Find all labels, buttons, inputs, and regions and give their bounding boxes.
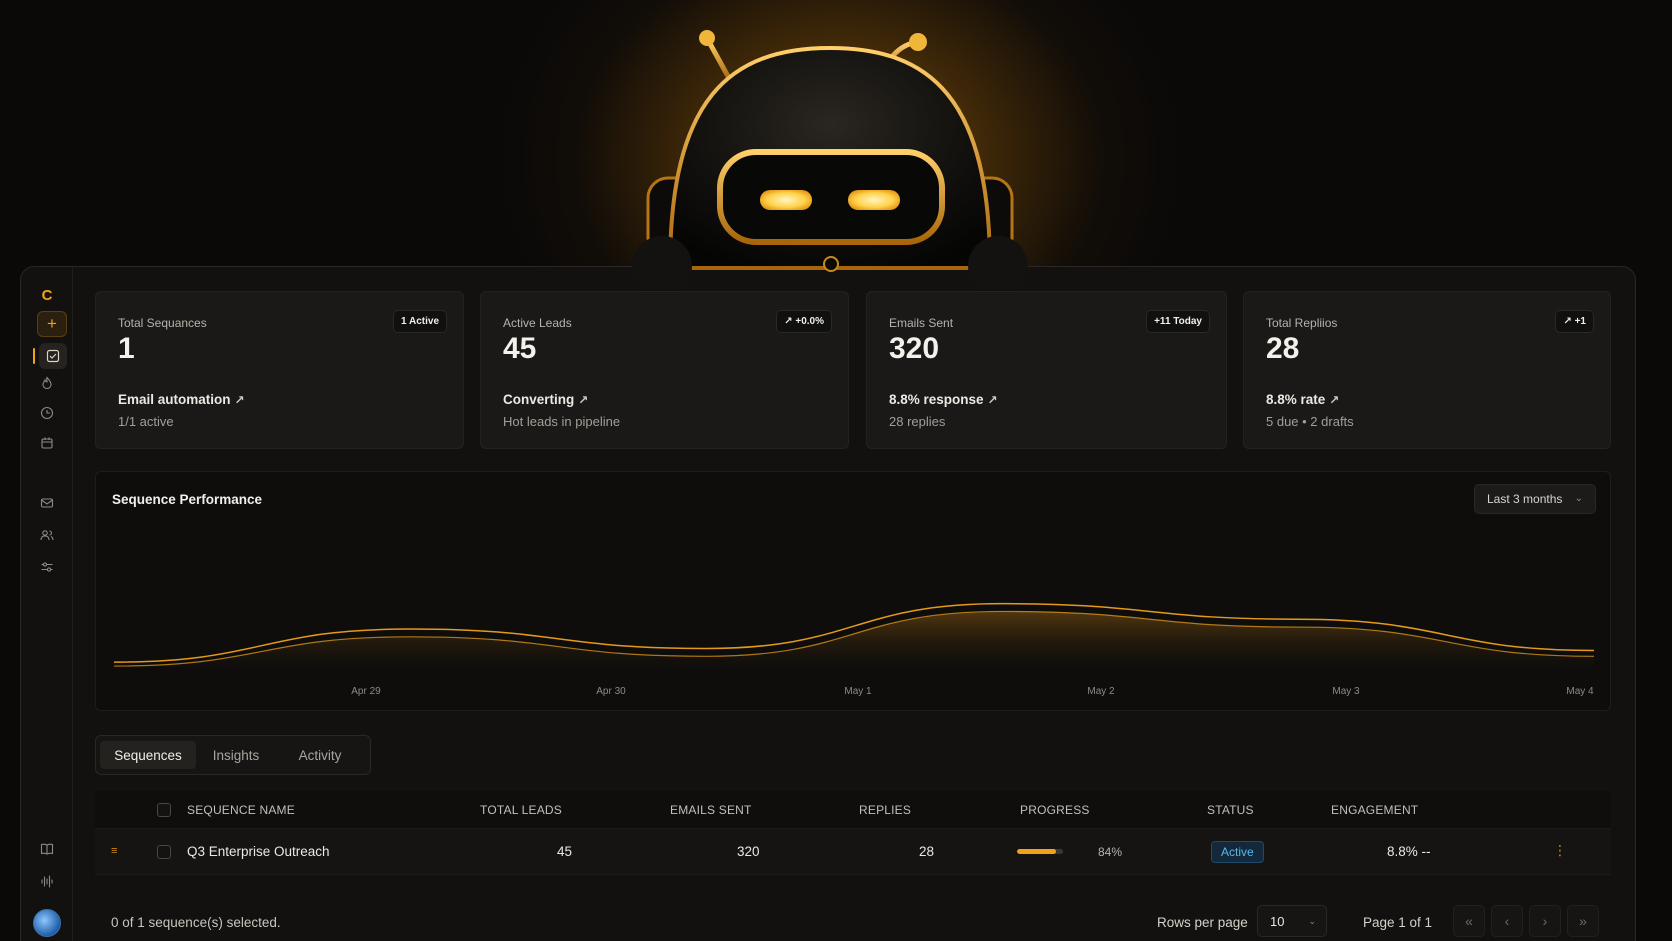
stat-badge: +11 Today	[1146, 310, 1210, 333]
x-tick-label: Apr 30	[596, 686, 626, 697]
stat-value: 320	[889, 332, 940, 365]
user-avatar[interactable]	[33, 909, 61, 937]
trend-up-icon: ↗	[1329, 393, 1340, 407]
users-icon[interactable]	[35, 523, 59, 547]
stat-label: Total Sequances	[118, 316, 207, 330]
x-tick-label: Apr 29	[351, 686, 381, 697]
column-header-name[interactable]: SEQUENCE NAME	[187, 803, 295, 817]
chart-title: Sequence Performance	[112, 492, 263, 507]
book-icon[interactable]	[35, 837, 59, 861]
stat-value: 45	[503, 332, 537, 365]
trend-up-icon: ↗	[987, 393, 998, 407]
chart-canvas: Apr 29 Apr 30 May 1 May 2 May 3 May 4	[113, 602, 1594, 697]
select-all-checkbox[interactable]	[157, 803, 171, 817]
x-tick-label: May 2	[1087, 686, 1115, 697]
stat-value: 1	[118, 332, 135, 365]
fire-icon[interactable]	[35, 371, 59, 395]
table-row[interactable]: ≡ Q3 Enterprise Outreach 45 320 28 84% A…	[95, 829, 1611, 875]
next-page-button[interactable]: ›	[1529, 905, 1561, 937]
active-indicator	[33, 348, 35, 364]
previous-page-button[interactable]: ‹	[1491, 905, 1523, 937]
stat-card-emails-sent: Emails Sent +11 Today 320 8.8% response ↗…	[866, 291, 1227, 449]
engagement: 8.8% --	[1387, 844, 1431, 859]
stat-caption: Converting ↗	[503, 392, 589, 407]
progress-percent: 84%	[1098, 845, 1123, 859]
tab-sequences[interactable]: Sequences	[100, 741, 196, 769]
stat-subcaption: 28 replies	[889, 414, 946, 429]
tab-insights[interactable]: Insights	[198, 741, 274, 769]
column-header-status[interactable]: STATUS	[1207, 803, 1254, 817]
stat-label: Total Repliios	[1266, 316, 1338, 330]
sequence-name[interactable]: Q3 Enterprise Outreach	[187, 844, 330, 859]
calendar-icon[interactable]	[35, 431, 59, 455]
row-checkbox[interactable]	[157, 845, 171, 859]
stat-label: Active Leads	[503, 316, 572, 330]
sequence-performance-chart: Apr 29 Apr 30 May 1 May 2 May 3 May 4 Sequenc…	[95, 471, 1611, 711]
column-header-replies[interactable]: REPLIES	[859, 803, 911, 817]
column-header-progress[interactable]: PROGRESS	[1020, 803, 1090, 817]
progress-bar	[1017, 849, 1063, 854]
rows-per-page-label: Rows per page	[1157, 915, 1248, 930]
add-sequence-button[interactable]: +	[37, 311, 67, 337]
tab-activity[interactable]: Activity	[278, 741, 362, 769]
stat-caption: 8.8% response ↗	[889, 392, 998, 407]
more-options-icon[interactable]: ⋮	[1553, 842, 1567, 859]
total-leads: 45	[557, 844, 573, 859]
progress-fill	[1017, 849, 1056, 854]
stat-subcaption: 1/1 active	[118, 414, 174, 429]
brand-logo-icon[interactable]: C	[35, 283, 59, 307]
last-page-button[interactable]: »	[1567, 905, 1599, 937]
view-tabs: Sequences Insights Activity	[95, 735, 371, 775]
chevron-down-icon: ⌄	[1574, 493, 1583, 504]
status-badge: Active	[1211, 841, 1264, 863]
app-window: C + Total Sequances 1 Active 1 Email aut…	[20, 266, 1636, 941]
trend-up-icon: ↗	[234, 393, 245, 407]
stat-card-total-sequences: Total Sequances 1 Active 1 Email automat…	[95, 291, 464, 449]
emails-sent: 320	[737, 844, 760, 859]
clock-icon[interactable]	[35, 401, 59, 425]
chevron-down-icon: ⌄	[1308, 916, 1316, 926]
x-tick-label: May 3	[1332, 686, 1360, 697]
stat-label: Emails Sent	[889, 316, 954, 330]
stat-badge: ↗ +1	[1555, 310, 1594, 333]
stat-card-active-leads: Active Leads ↗ +0.0% 45 Converting ↗ Hot …	[480, 291, 849, 449]
sequences-icon[interactable]	[39, 343, 67, 369]
x-tick-label: May 4	[1566, 686, 1594, 697]
stat-card-total-replies: Total Repliios ↗ +1 28 8.8% rate ↗ 5 due …	[1243, 291, 1611, 449]
mail-icon[interactable]	[35, 491, 59, 515]
x-tick-label: May 1	[844, 686, 872, 697]
stat-subcaption: Hot leads in pipeline	[503, 414, 621, 429]
replies: 28	[919, 844, 935, 859]
sidebar: C +	[21, 267, 73, 941]
waveform-icon[interactable]	[35, 869, 59, 893]
table-header: SEQUENCE NAME TOTAL LEADS EMAILS SENT RE…	[95, 791, 1611, 829]
column-header-sent[interactable]: EMAILS SENT	[670, 803, 752, 817]
first-page-button[interactable]: «	[1453, 905, 1485, 937]
selection-count: 0 of 1 sequence(s) selected.	[111, 915, 281, 930]
page-indicator: Page 1 of 1	[1363, 915, 1433, 930]
stat-caption: Email automation ↗	[118, 392, 245, 407]
robot-mascot-illustration	[632, 30, 1028, 290]
date-range-select[interactable]: Last 3 months ⌄	[1474, 484, 1596, 514]
sliders-icon[interactable]	[35, 555, 59, 579]
stat-caption: 8.8% rate ↗	[1266, 392, 1340, 407]
stat-badge: 1 Active	[393, 310, 447, 333]
trend-up-icon: ↗	[578, 393, 589, 407]
column-header-engagement[interactable]: ENGAGEMENT	[1331, 803, 1418, 817]
stat-subcaption: 5 due • 2 drafts	[1266, 414, 1354, 429]
column-header-leads[interactable]: TOTAL LEADS	[480, 803, 562, 817]
stat-value: 28	[1266, 332, 1300, 365]
rows-per-page-select[interactable]: 10 ⌄	[1257, 905, 1327, 937]
stat-badge: ↗ +0.0%	[776, 310, 832, 333]
drag-handle-icon[interactable]: ≡	[111, 845, 117, 857]
